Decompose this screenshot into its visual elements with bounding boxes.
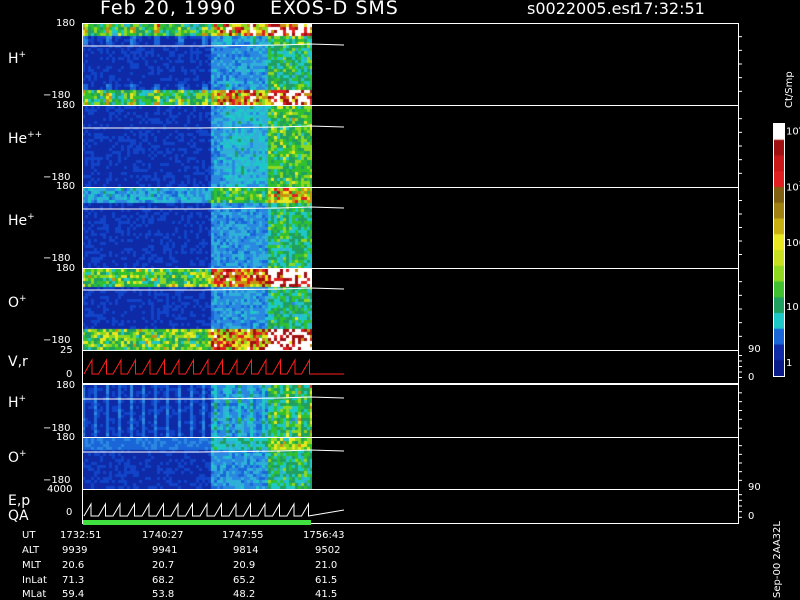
eph-mlat-1: 53.8 xyxy=(152,589,175,600)
ytick-vr-bot: 0 xyxy=(66,369,73,380)
ytick-o1-top: 180 xyxy=(56,263,76,274)
eph-mlt-1: 20.7 xyxy=(152,560,175,571)
header-mission: EXOS-D SMS xyxy=(270,0,399,19)
panel-label-he1: He+ xyxy=(8,212,35,229)
eph-ut-2: 1747:55 xyxy=(222,530,264,541)
eph-alt-1: 9941 xyxy=(152,545,178,556)
colorbar-tick-10: 10 xyxy=(786,302,799,313)
eph-label-mlt: MLT xyxy=(22,560,41,571)
ytick-ep-bot: 0 xyxy=(66,507,73,518)
rtick-ep-bot: 0 xyxy=(748,511,755,522)
ytick-ep-top: 4000 xyxy=(47,484,73,495)
ytick-he1-top: 180 xyxy=(56,181,76,192)
panel-label-qa: QA xyxy=(8,508,29,524)
eph-inlat-3: 61.5 xyxy=(315,575,338,586)
panel-frame-he2 xyxy=(82,105,739,188)
colorbar-tick-100: 100 xyxy=(786,238,800,249)
panel-label-h2: H+ xyxy=(8,394,27,411)
eph-mlt-0: 20.6 xyxy=(62,560,85,571)
eph-label-ut: UT xyxy=(22,530,36,541)
eph-mlat-2: 48.2 xyxy=(233,589,256,600)
eph-mlat-3: 41.5 xyxy=(315,589,338,600)
eph-ut-0: 1732:51 xyxy=(60,530,102,541)
ytick-h2-top: 180 xyxy=(56,380,76,391)
eph-mlt-3: 21.0 xyxy=(315,560,338,571)
panel-label-ep: E,p xyxy=(8,493,31,509)
rtick-ep-top: 90 xyxy=(748,482,761,493)
eph-inlat-0: 71.3 xyxy=(62,575,85,586)
colorbar-tick-1: 1 xyxy=(786,358,793,369)
side-identifier: Sep-00 2AA32L xyxy=(772,521,783,598)
panel-label-o2: O+ xyxy=(8,449,27,466)
panel-frame-h1 xyxy=(82,23,739,106)
ytick-he2-top: 180 xyxy=(56,100,76,111)
colorbar-tick-10000: 104 xyxy=(786,124,800,138)
eph-mlt-2: 20.9 xyxy=(233,560,256,571)
trace-o1 xyxy=(83,287,345,291)
eph-label-alt: ALT xyxy=(22,545,40,556)
panel-frame-he1 xyxy=(82,187,739,269)
panel-frame-o1 xyxy=(82,268,739,351)
panel-frame-vr xyxy=(82,350,739,384)
header-file: s0022005.esr xyxy=(527,0,637,18)
ytick-h1-top: 180 xyxy=(56,18,76,29)
panel-frame-h2 xyxy=(82,384,739,438)
eph-alt-3: 9502 xyxy=(315,545,341,556)
panel-label-o1: O+ xyxy=(8,294,27,311)
colorbar-unit: Ct/Smp xyxy=(784,71,795,108)
eph-label-inlat: InLat xyxy=(22,575,47,586)
eph-ut-3: 1756:43 xyxy=(303,530,345,541)
eph-inlat-2: 65.2 xyxy=(233,575,256,586)
panel-frame-o2 xyxy=(82,437,739,490)
trace-ep xyxy=(83,502,345,517)
plot-frame xyxy=(82,23,785,525)
header-date: Feb 20, 1990 xyxy=(100,0,237,19)
eph-alt-2: 9814 xyxy=(233,545,259,556)
trace-he2 xyxy=(83,125,345,129)
colorbar-frame xyxy=(773,123,785,377)
eph-inlat-1: 68.2 xyxy=(152,575,175,586)
trace-h2 xyxy=(83,396,345,400)
header-time: 17:32:51 xyxy=(633,0,705,18)
panel-label-h1: H+ xyxy=(8,50,27,67)
rtick-vr-top: 90 xyxy=(748,344,761,355)
panel-label-vr: V,r xyxy=(8,354,28,370)
colorbar-tick-1000: 103 xyxy=(786,180,800,194)
trace-h1 xyxy=(83,43,345,47)
trace-vr xyxy=(83,358,344,375)
panel-frame-ep xyxy=(82,489,739,524)
eph-label-mlat: MLat xyxy=(22,589,47,600)
eph-mlat-0: 59.4 xyxy=(62,589,85,600)
rtick-vr-bot: 0 xyxy=(748,372,755,383)
panel-label-he2: He++ xyxy=(8,130,43,147)
ytick-o2-top: 180 xyxy=(56,432,76,443)
eph-ut-1: 1740:27 xyxy=(142,530,184,541)
trace-he1 xyxy=(83,206,345,210)
eph-alt-0: 9939 xyxy=(62,545,88,556)
qa-bar xyxy=(83,520,311,525)
trace-o2 xyxy=(83,449,345,453)
ytick-vr-top: 25 xyxy=(60,345,73,356)
